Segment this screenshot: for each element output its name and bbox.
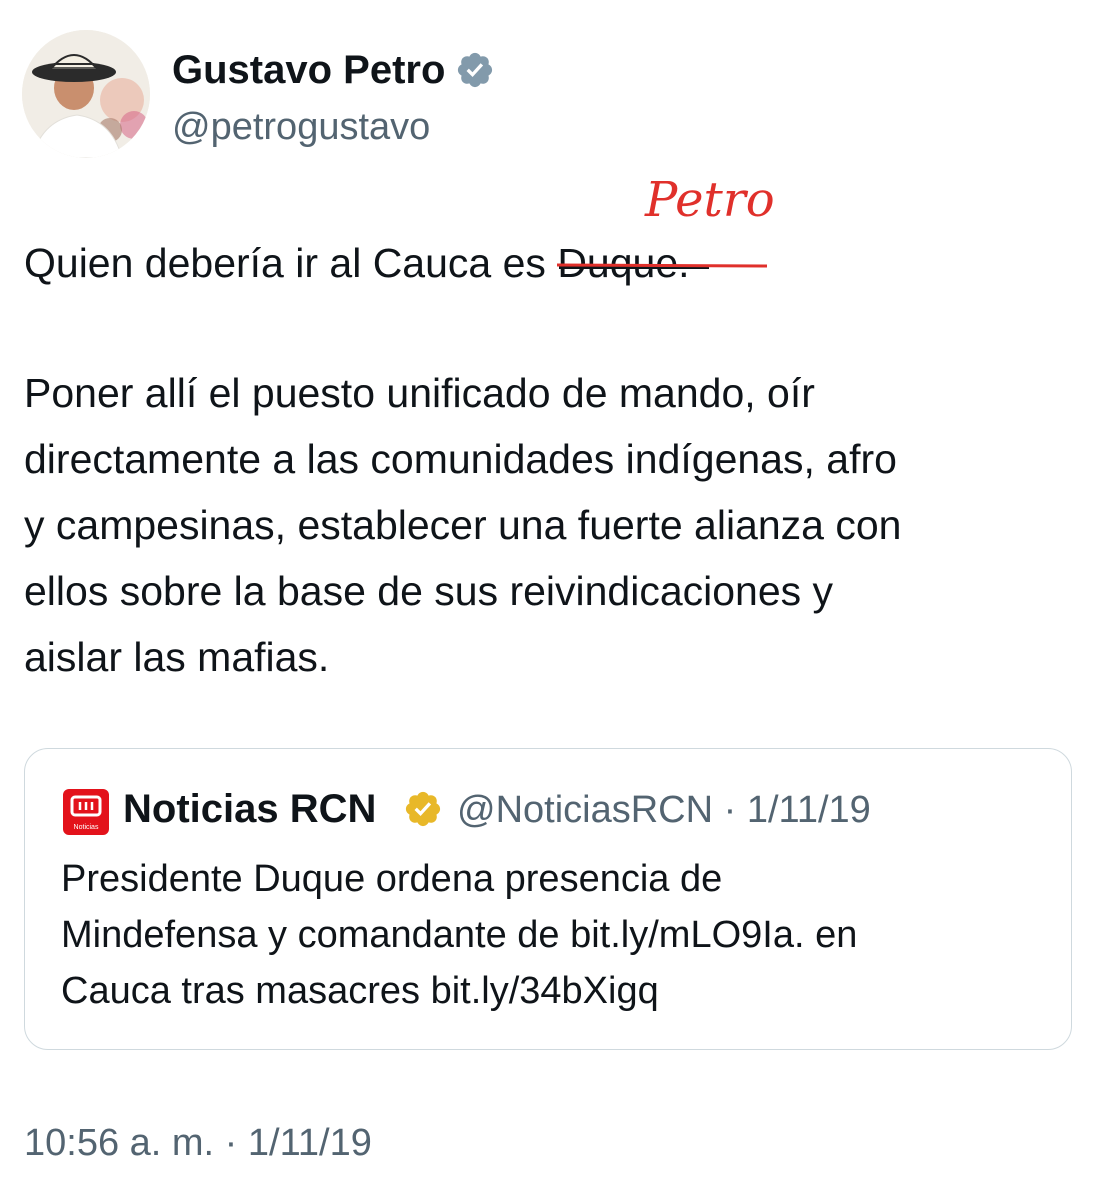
author-name[interactable]: Gustavo Petro — [172, 44, 445, 96]
author-name-row[interactable]: Gustavo Petro — [172, 44, 495, 96]
rcn-logo-text: Noticias — [74, 824, 99, 831]
handwritten-annotation: Petro — [645, 172, 775, 228]
tweet-text-prefix: Quien debería ir al Cauca es — [24, 240, 558, 286]
avatar-image — [22, 30, 150, 158]
quoted-tweet-card[interactable]: Noticias Noticias RCN @NoticiasRCN · 1/1… — [24, 748, 1072, 1050]
quoted-text-line: Cauca tras masacres bit.ly/34bXigq — [61, 970, 659, 1012]
quoted-text-line: Presidente Duque ordena presencia de — [61, 858, 723, 900]
quoted-text-line: Mindefensa y comandante de bit.ly/mLO9Ia… — [61, 914, 858, 956]
tweet-text-line: Poner allí el puesto unificado de mando,… — [24, 370, 815, 416]
quoted-tweet-text: Presidente Duque ordena presencia de Min… — [61, 851, 857, 1019]
author-handle[interactable]: @petrogustavo — [172, 104, 430, 150]
tweet-text-line: directamente a las comunidades indígenas… — [24, 436, 897, 482]
tweet-text-line: y campesinas, establecer una fuerte alia… — [24, 502, 902, 548]
profile-avatar[interactable] — [22, 30, 150, 158]
tweet-text-line1: Quien debería ir al Cauca es Duque. — [24, 230, 768, 296]
tweet-text-line: ellos sobre la base de sus reivindicacio… — [24, 568, 834, 614]
tweet-text-paragraph: Poner allí el puesto unificado de mando,… — [24, 360, 901, 690]
tweet-text-line: aislar las mafias. — [24, 634, 330, 680]
gold-verified-badge-icon — [405, 791, 441, 827]
struck-word: Duque. — [557, 230, 768, 296]
quoted-handle-date[interactable]: @NoticiasRCN · 1/11/19 — [457, 785, 871, 835]
rcn-logo-icon: Noticias — [63, 789, 109, 835]
tweet-timestamp[interactable]: 10:56 a. m. · 1/11/19 — [24, 1118, 372, 1168]
verified-badge-icon — [458, 52, 493, 88]
quoted-author-name[interactable]: Noticias RCN — [123, 783, 376, 835]
